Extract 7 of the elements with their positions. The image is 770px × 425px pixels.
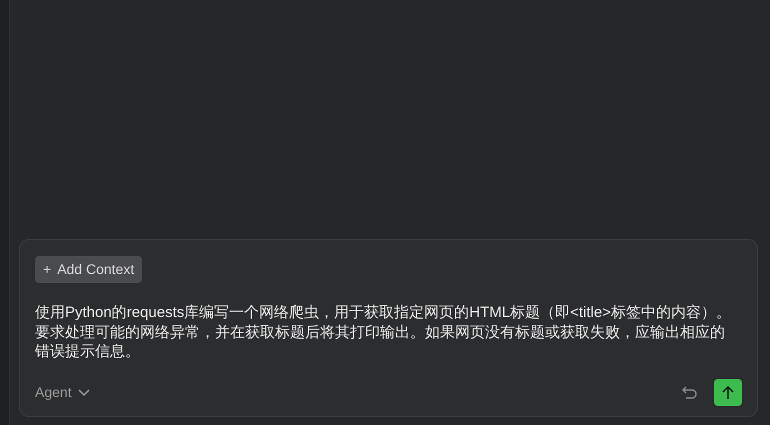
add-context-button[interactable]: + Add Context [35, 256, 142, 283]
mode-dropdown[interactable]: Agent [35, 382, 90, 403]
send-button[interactable] [714, 379, 742, 406]
chevron-down-icon [78, 388, 90, 396]
prompt-text[interactable]: 使用Python的requests库编写一个网络爬虫，用于获取指定网页的HTML标题（即<title>标签中的内容）。要求处理可能的网络异常，并在获取标题后将其打印输出。如果网页没有标题或获取失败，应输出相应的错误提示信息。 [35, 303, 742, 362]
arrow-up-icon [722, 386, 734, 400]
undo-icon[interactable] [682, 386, 698, 400]
